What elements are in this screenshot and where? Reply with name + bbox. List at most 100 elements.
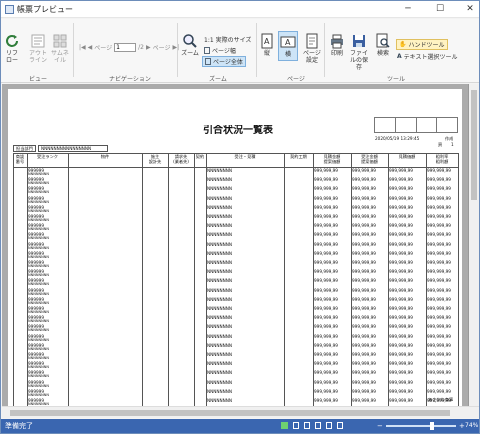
- outline-label: アウトライン: [29, 50, 48, 64]
- row-amount: 999,999,99: [352, 398, 376, 403]
- row-amount: 999,999,99: [427, 306, 451, 311]
- row-status: NNNNNNNN: [207, 241, 233, 247]
- zoom-out-icon[interactable]: [337, 422, 343, 429]
- minimize-button[interactable]: ─: [401, 3, 415, 15]
- row-amount: 999,999,99: [389, 324, 413, 330]
- row-amount: 999,999,99: [352, 324, 376, 330]
- stamp-boxes: [374, 117, 458, 133]
- table-header-cell: 商談 番号: [15, 154, 25, 164]
- page-setup-button[interactable]: ページ設定: [303, 33, 321, 64]
- lock-icon[interactable]: [293, 422, 299, 429]
- table-border: [13, 153, 458, 154]
- zoom-in-icon[interactable]: [326, 422, 332, 429]
- row-amount: 999,999,99: [427, 232, 451, 238]
- table-header-cell: 受注金額 提案価額: [361, 154, 378, 164]
- table-header-cell: 受注・見積: [234, 154, 256, 159]
- row-amount: 999,999,99: [427, 195, 451, 201]
- table-header-cell: 契約工期: [290, 154, 307, 159]
- row-status: NNNNNNNN: [207, 379, 233, 385]
- reflow-button[interactable]: リフロー: [4, 33, 20, 64]
- row-amount: 999,999,99: [389, 388, 413, 394]
- actual-size-button[interactable]: 1:1 実際のサイズ: [204, 35, 251, 44]
- horizontal-scrollbar[interactable]: [2, 406, 479, 418]
- print-button[interactable]: 印刷: [329, 33, 345, 57]
- check-icon[interactable]: [281, 422, 288, 429]
- horizontal-scroll-thumb[interactable]: [10, 410, 450, 416]
- title-bar: 帳票プレビュー ─ ☐ ✕: [1, 1, 479, 18]
- zoom-slider[interactable]: [386, 422, 456, 430]
- vertical-scroll-thumb[interactable]: [471, 90, 477, 200]
- page-all-button[interactable]: ページ全体: [202, 56, 246, 67]
- row-amount: 999,999,99: [314, 260, 338, 265]
- page-width-label: ページ幅: [212, 48, 236, 55]
- separator: [324, 23, 325, 77]
- prev-page-icon[interactable]: ◀: [88, 44, 93, 51]
- row-amount: 999,999,99: [389, 296, 413, 302]
- row-amount: 999,999,99: [427, 388, 451, 394]
- ribbon-toolbar: リフロー アウトライン サムネイル ビュー |◀ ◀ ページ 1 /2 ▶ ペー…: [1, 19, 479, 83]
- row-amount: 999,999,99: [427, 223, 451, 229]
- row-status: NNNNNNNN: [207, 186, 233, 192]
- next-page-icon[interactable]: ▶: [146, 44, 151, 51]
- page-icon[interactable]: [304, 422, 310, 429]
- hand-tool-label: ハンドツール: [408, 42, 445, 49]
- row-amount: 999,999,99: [314, 379, 338, 385]
- row-amount: 999,999,99: [352, 370, 376, 376]
- row-status: NNNNNNNN: [207, 168, 233, 173]
- row-status: NNNNNNNN: [207, 361, 233, 367]
- row-amount: 999,999,99: [427, 352, 451, 357]
- save-icon: [353, 35, 365, 47]
- zoom-plus-icon[interactable]: +: [459, 422, 465, 430]
- table-header-cell: 見積価額: [398, 154, 416, 159]
- row-amount: 999,999,99: [427, 370, 451, 376]
- text-select-tool-button[interactable]: A テキスト選択ツール: [397, 52, 457, 61]
- row-amount: 999,999,99: [314, 195, 338, 201]
- save-file-button[interactable]: ファイルの保存: [349, 33, 369, 71]
- report-title: 引合状況一覧表: [203, 125, 273, 136]
- page-input[interactable]: 1: [114, 43, 137, 52]
- page-width-button[interactable]: ページ幅: [204, 46, 236, 55]
- row-amount: 999,999,99: [352, 223, 376, 229]
- preview-canvas[interactable]: 引合状況一覧表 2020/05/19 13:29:45 作成 頁 1 担当部門 …: [2, 84, 469, 408]
- thumbnail-button[interactable]: サムネイル: [51, 33, 69, 64]
- close-button[interactable]: ✕: [463, 3, 477, 15]
- tool-group-label: ツール: [387, 76, 406, 83]
- row-amount: 999,999,99: [352, 260, 376, 265]
- row-amount: 999,999,99: [389, 260, 413, 265]
- zoom-slider-thumb[interactable]: [430, 422, 434, 430]
- search-button[interactable]: 検索: [374, 33, 392, 57]
- row-status: NNNNNNNN: [207, 306, 233, 311]
- outline-button[interactable]: アウトライン: [29, 33, 47, 64]
- last-page-icon[interactable]: ▶|: [173, 44, 180, 51]
- first-page-icon[interactable]: |◀: [79, 44, 86, 51]
- search-icon: [376, 33, 390, 48]
- zoom-minus-icon[interactable]: −: [377, 422, 383, 430]
- copy-icon[interactable]: [315, 422, 321, 429]
- portrait-button[interactable]: A 縦: [259, 33, 275, 57]
- row-amount: 999,999,99: [314, 361, 338, 367]
- status-icons: [281, 422, 343, 429]
- print-label: 印刷: [330, 50, 343, 57]
- landscape-button[interactable]: A 横: [278, 31, 298, 61]
- maximize-button[interactable]: ☐: [433, 3, 447, 15]
- page-setup-label: ページ設定: [303, 50, 321, 64]
- row-amount: 999,999,99: [314, 223, 338, 229]
- row-amount: 999,999,99: [352, 333, 376, 339]
- row-amount: 999,999,99: [314, 388, 338, 394]
- row-amount: 999,999,99: [427, 278, 451, 284]
- row-amount: 999,999,99: [427, 177, 451, 183]
- zoom-button[interactable]: ズーム: [181, 33, 199, 57]
- row-amount: 999,999,99: [352, 278, 376, 284]
- portrait-label: 縦: [263, 50, 270, 57]
- row-amount: 999,999,99: [427, 361, 451, 367]
- row-amount: 999,999,99: [389, 315, 413, 321]
- svg-text:A: A: [285, 38, 291, 47]
- hand-tool-button[interactable]: ✋ ハンドツール: [396, 39, 448, 50]
- row-status: NNNNNNNN: [207, 324, 233, 330]
- row-status: NNNNNNNN: [207, 260, 233, 265]
- thumbnail-label: サムネイル: [51, 50, 69, 64]
- vertical-scrollbar[interactable]: [469, 84, 479, 406]
- row-amount: 999,999,99: [352, 287, 376, 293]
- row-amount: 999,999,99: [352, 214, 376, 219]
- row-amount: 999,999,99: [389, 168, 413, 173]
